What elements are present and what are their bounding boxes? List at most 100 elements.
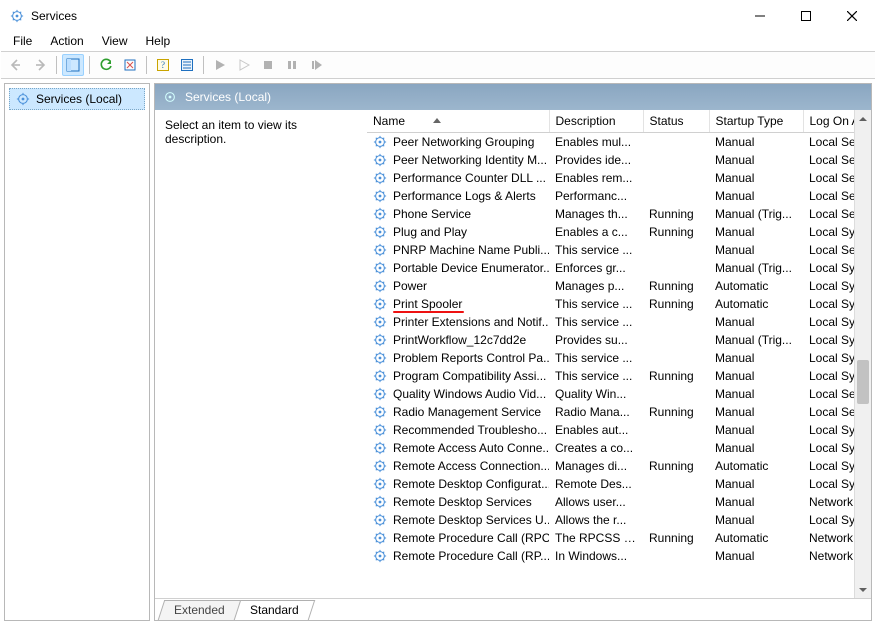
service-startup: Manual — [709, 439, 803, 457]
restart-service-button[interactable] — [305, 54, 327, 76]
table-row[interactable]: Remote Access Auto Conne...Creates a co.… — [367, 439, 871, 457]
table-row[interactable]: Printer Extensions and Notif...This serv… — [367, 313, 871, 331]
table-row[interactable]: Phone ServiceManages th...RunningManual … — [367, 205, 871, 223]
start-service-alt-button[interactable] — [233, 54, 255, 76]
pause-service-button[interactable] — [281, 54, 303, 76]
service-status — [643, 349, 709, 367]
export-list-button[interactable] — [119, 54, 141, 76]
gear-icon — [373, 171, 387, 185]
service-startup: Automatic — [709, 529, 803, 547]
menu-action[interactable]: Action — [42, 32, 91, 50]
service-description: Provides ide... — [549, 151, 643, 169]
gear-icon — [373, 387, 387, 401]
toolbar-separator — [56, 56, 57, 74]
table-row[interactable]: Remote Procedure Call (RP...In Windows..… — [367, 547, 871, 565]
service-name: Problem Reports Control Pa... — [393, 351, 549, 365]
service-status — [643, 313, 709, 331]
tree-item-services-local[interactable]: Services (Local) — [9, 88, 145, 110]
vertical-scrollbar[interactable] — [854, 110, 871, 598]
col-startup[interactable]: Startup Type — [709, 110, 803, 133]
service-description: Quality Win... — [549, 385, 643, 403]
service-startup: Manual — [709, 547, 803, 565]
table-row[interactable]: Recommended Troublesho...Enables aut...M… — [367, 421, 871, 439]
service-description: Enables rem... — [549, 169, 643, 187]
table-row[interactable]: Peer Networking GroupingEnables mul...Ma… — [367, 133, 871, 152]
start-service-button[interactable] — [209, 54, 231, 76]
scroll-up-icon[interactable] — [855, 110, 871, 127]
tab-extended[interactable]: Extended — [158, 600, 241, 620]
service-name: Power — [393, 279, 427, 293]
scroll-down-icon[interactable] — [855, 581, 871, 598]
service-status — [643, 439, 709, 457]
service-startup: Manual — [709, 187, 803, 205]
table-row[interactable]: Peer Networking Identity M...Provides id… — [367, 151, 871, 169]
table-row[interactable]: Remote Desktop Services U...Allows the r… — [367, 511, 871, 529]
service-name: Peer Networking Grouping — [393, 135, 534, 149]
table-row[interactable]: Radio Management ServiceRadio Mana...Run… — [367, 403, 871, 421]
scroll-thumb[interactable] — [857, 360, 869, 404]
tree-pane[interactable]: Services (Local) — [4, 83, 150, 621]
table-row[interactable]: Quality Windows Audio Vid...Quality Win.… — [367, 385, 871, 403]
gear-icon — [373, 495, 387, 509]
service-description: Enables aut... — [549, 421, 643, 439]
service-status — [643, 133, 709, 152]
props-button[interactable] — [176, 54, 198, 76]
service-status: Running — [643, 223, 709, 241]
content-area: Services (Local) Services (Local) Select… — [1, 79, 875, 624]
service-name: Radio Management Service — [393, 405, 541, 419]
minimize-button[interactable] — [737, 1, 783, 31]
table-row[interactable]: PowerManages p...RunningAutomaticLocal S… — [367, 277, 871, 295]
toolbar-separator — [203, 56, 204, 74]
service-name: Remote Desktop Services — [393, 495, 532, 509]
service-startup: Manual — [709, 475, 803, 493]
gear-icon — [373, 549, 387, 563]
table-row[interactable]: Portable Device Enumerator...Enforces gr… — [367, 259, 871, 277]
service-description: This service ... — [549, 295, 643, 313]
menu-view[interactable]: View — [94, 32, 136, 50]
table-row[interactable]: Print SpoolerThis service ...RunningAuto… — [367, 295, 871, 313]
description-hint: Select an item to view its description. — [165, 118, 297, 146]
service-name: Remote Access Auto Conne... — [393, 441, 549, 455]
table-row[interactable]: Performance Logs & AlertsPerformanc...Ma… — [367, 187, 871, 205]
table-row[interactable]: Problem Reports Control Pa...This servic… — [367, 349, 871, 367]
table-row[interactable]: PNRP Machine Name Publi...This service .… — [367, 241, 871, 259]
close-button[interactable] — [829, 1, 875, 31]
description-column: Select an item to view its description. — [155, 110, 367, 598]
tab-standard[interactable]: Standard — [233, 600, 314, 620]
service-description: Enables mul... — [549, 133, 643, 152]
table-row[interactable]: Remote Desktop ServicesAllows user...Man… — [367, 493, 871, 511]
maximize-button[interactable] — [783, 1, 829, 31]
refresh-button[interactable] — [95, 54, 117, 76]
col-name[interactable]: Name — [367, 110, 549, 133]
services-grid[interactable]: Name Description Status Startup Type Log… — [367, 110, 871, 598]
table-row[interactable]: Remote Procedure Call (RPC)The RPCSS s..… — [367, 529, 871, 547]
menu-help[interactable]: Help — [138, 32, 179, 50]
table-row[interactable]: PrintWorkflow_12c7dd2eProvides su...Manu… — [367, 331, 871, 349]
col-status[interactable]: Status — [643, 110, 709, 133]
table-row[interactable]: Program Compatibility Assi...This servic… — [367, 367, 871, 385]
gear-icon — [373, 531, 387, 545]
service-description: Enables a c... — [549, 223, 643, 241]
table-row[interactable]: Remote Desktop Configurat...Remote Des..… — [367, 475, 871, 493]
service-status: Running — [643, 295, 709, 313]
menu-file[interactable]: File — [5, 32, 40, 50]
service-name: Recommended Troublesho... — [393, 423, 547, 437]
table-row[interactable]: Performance Counter DLL ...Enables rem..… — [367, 169, 871, 187]
help-button[interactable]: ? — [152, 54, 174, 76]
gear-icon — [373, 153, 387, 167]
gear-icon — [373, 459, 387, 473]
window-title: Services — [31, 9, 77, 23]
service-status — [643, 385, 709, 403]
service-startup: Manual — [709, 511, 803, 529]
gear-icon — [373, 297, 387, 311]
forward-button[interactable] — [29, 54, 51, 76]
table-row[interactable]: Remote Access Connection...Manages di...… — [367, 457, 871, 475]
back-button[interactable] — [5, 54, 27, 76]
stop-service-button[interactable] — [257, 54, 279, 76]
service-name: PrintWorkflow_12c7dd2e — [393, 333, 526, 347]
app-icon — [9, 8, 25, 24]
table-row[interactable]: Plug and PlayEnables a c...RunningManual… — [367, 223, 871, 241]
service-status: Running — [643, 205, 709, 223]
col-description[interactable]: Description — [549, 110, 643, 133]
show-hide-tree-button[interactable] — [62, 54, 84, 76]
